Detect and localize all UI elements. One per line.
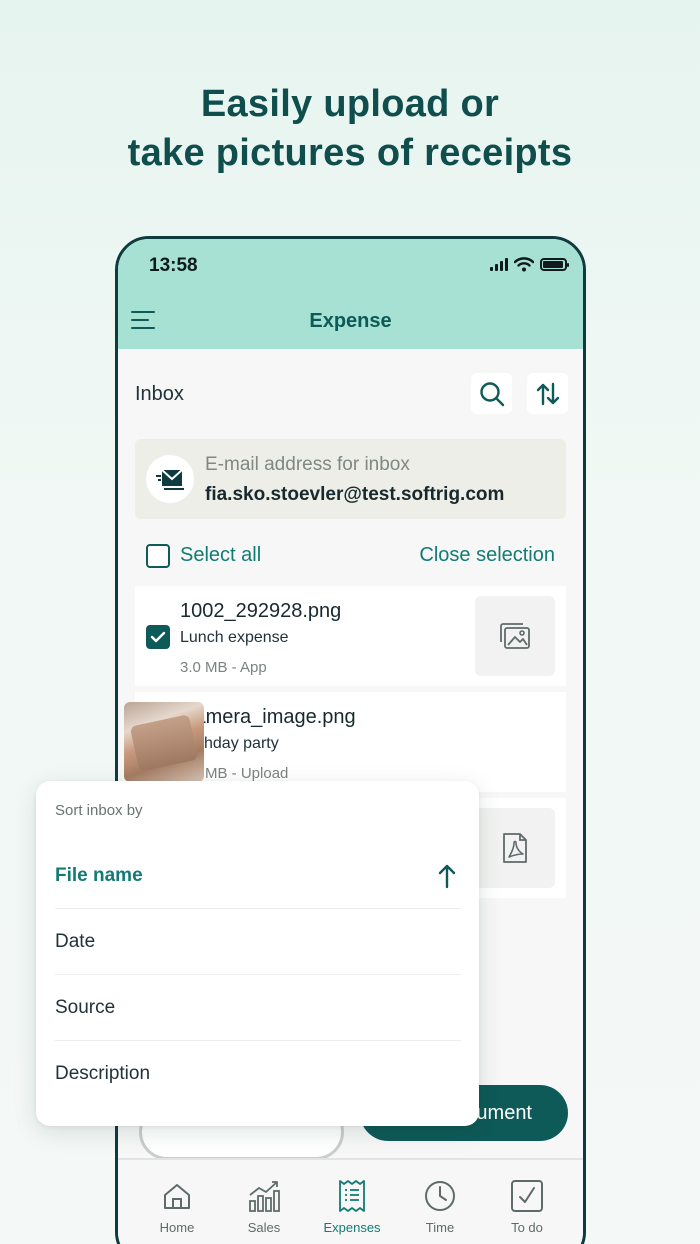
sort-option-label: File name bbox=[55, 864, 143, 886]
sort-option-source[interactable]: Source bbox=[55, 975, 461, 1041]
check-icon bbox=[150, 631, 166, 643]
sort-option-file-name[interactable]: File name bbox=[55, 843, 461, 909]
image-icon bbox=[500, 623, 530, 649]
file-checkbox[interactable] bbox=[146, 625, 170, 649]
file-thumbnail[interactable] bbox=[475, 808, 555, 888]
file-thumbnail[interactable] bbox=[475, 596, 555, 676]
file-row[interactable]: Camera_image.png Birthday party 3.0 MB -… bbox=[124, 692, 566, 792]
nav-time[interactable]: Time bbox=[400, 1178, 480, 1235]
home-icon bbox=[164, 1184, 190, 1209]
file-row[interactable]: 1002_292928.png Lunch expense 3.0 MB - A… bbox=[135, 586, 566, 686]
status-time: 13:58 bbox=[149, 255, 198, 276]
battery-icon bbox=[540, 258, 569, 271]
chart-icon bbox=[249, 1181, 280, 1212]
sort-icon bbox=[536, 382, 559, 405]
nav-todo[interactable]: To do bbox=[487, 1178, 567, 1235]
sort-sheet: Sort inbox by File name Date Source Desc… bbox=[36, 781, 479, 1126]
search-icon bbox=[479, 381, 504, 406]
file-meta: 3.0 MB - App bbox=[180, 659, 267, 676]
nav-home-label: Home bbox=[159, 1220, 195, 1235]
sort-option-label: Source bbox=[55, 996, 116, 1018]
nav-time-label: Time bbox=[425, 1220, 455, 1235]
wifi-icon bbox=[514, 257, 534, 272]
nav-todo-label: To do bbox=[511, 1220, 543, 1235]
pdf-icon bbox=[503, 833, 527, 863]
email-label: E-mail address for inbox bbox=[205, 454, 410, 475]
select-all-label[interactable]: Select all bbox=[180, 544, 261, 567]
email-address[interactable]: fia.sko.stoevler@test.softrig.com bbox=[205, 484, 504, 506]
app-title: Expense bbox=[309, 310, 392, 332]
nav-sales[interactable]: Sales bbox=[224, 1178, 304, 1235]
bottom-nav: Home Sales Expenses Time To do bbox=[118, 1158, 583, 1244]
file-description: Lunch expense bbox=[180, 629, 289, 646]
file-name: Camera_image.png bbox=[180, 706, 356, 728]
headline-line-1: Easily upload or bbox=[200, 83, 500, 125]
sort-button[interactable] bbox=[527, 373, 568, 414]
clock-icon bbox=[425, 1181, 455, 1211]
arrow-up-icon bbox=[438, 864, 456, 889]
sort-sheet-title: Sort inbox by bbox=[55, 802, 143, 819]
inbox-title: Inbox bbox=[135, 383, 184, 405]
headline: Easily upload or take pictures of receip… bbox=[0, 80, 700, 178]
nav-sales-label: Sales bbox=[247, 1220, 281, 1235]
sort-option-label: Date bbox=[55, 930, 96, 952]
nav-expenses-label: Expenses bbox=[323, 1220, 381, 1235]
file-name: 1002_292928.png bbox=[180, 600, 342, 622]
nav-home[interactable]: Home bbox=[137, 1178, 217, 1235]
sort-option-label: Description bbox=[55, 1063, 151, 1084]
mail-icon bbox=[146, 455, 194, 503]
photo-content bbox=[129, 714, 199, 772]
headline-line-2: take pictures of receipts bbox=[127, 132, 573, 174]
nav-expenses[interactable]: Expenses bbox=[312, 1178, 392, 1235]
receipt-icon bbox=[339, 1180, 365, 1212]
app-header: 13:58 Expense bbox=[118, 239, 583, 349]
sort-option-description[interactable]: Description bbox=[55, 1041, 461, 1107]
inbox-email-card[interactable]: E-mail address for inbox fia.sko.stoevle… bbox=[135, 439, 566, 519]
status-icons bbox=[490, 257, 569, 272]
checklist-icon bbox=[511, 1180, 543, 1212]
select-all-checkbox[interactable] bbox=[146, 544, 170, 568]
search-button[interactable] bbox=[471, 373, 512, 414]
signal-icon bbox=[490, 258, 508, 271]
photo-thumbnail[interactable] bbox=[124, 702, 204, 782]
sort-option-date[interactable]: Date bbox=[55, 909, 461, 975]
close-selection-link[interactable]: Close selection bbox=[419, 544, 555, 567]
